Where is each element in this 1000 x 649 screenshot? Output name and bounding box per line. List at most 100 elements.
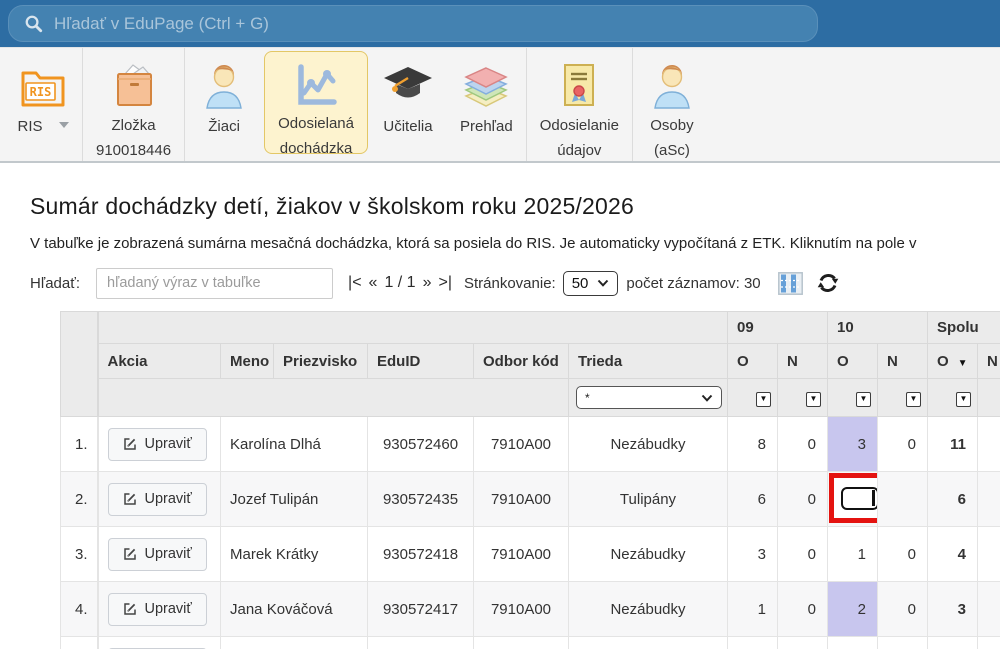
toolbar-item-zlozka[interactable]: Zložka 910018446: [83, 48, 184, 161]
person-icon: [651, 60, 693, 111]
edit-button[interactable]: Upraviť: [108, 593, 207, 626]
m10-n-cell[interactable]: 0: [878, 527, 928, 582]
column-header-10-n[interactable]: N: [878, 344, 928, 379]
next-page-button[interactable]: »: [423, 274, 432, 292]
akcia-cell: Upraviť: [98, 582, 221, 637]
last-page-button[interactable]: >|: [438, 274, 452, 292]
table-search-input[interactable]: [96, 268, 333, 299]
column-header-spolu-o[interactable]: O▼: [928, 344, 978, 379]
m09-o-cell[interactable]: 3: [728, 527, 778, 582]
akcia-cell: Upraviť: [98, 417, 221, 472]
columns-settings-icon[interactable]: [778, 272, 803, 295]
month-group-10: 10: [828, 312, 928, 344]
toolbar-item-ziaci[interactable]: Žiaci: [185, 48, 263, 161]
m10-n-cell[interactable]: 0: [878, 417, 928, 472]
m10-n-cell[interactable]: [878, 472, 928, 527]
m10-o-cell[interactable]: [828, 637, 878, 649]
column-header-priezvisko[interactable]: Priezvisko: [274, 344, 368, 379]
chevron-down-icon[interactable]: [59, 122, 69, 128]
toolbar-item-sublabel: údajov: [557, 141, 601, 161]
column-header-09-o[interactable]: O: [728, 344, 778, 379]
toolbar-item-prehlad[interactable]: Prehľad: [447, 48, 526, 161]
toolbar-item-label: Prehľad: [460, 117, 513, 137]
m09-n-cell[interactable]: 0: [778, 527, 828, 582]
akcia-cell: Upraviť: [98, 637, 221, 649]
m10-o-cell[interactable]: 3: [828, 417, 878, 472]
m10-o-cell[interactable]: 1: [828, 527, 878, 582]
name-cell: Marek Krátky: [221, 527, 368, 582]
m10-n-cell[interactable]: 0: [878, 582, 928, 637]
filter-button-icon[interactable]: ▼: [956, 392, 971, 407]
m09-o-cell[interactable]: 6: [728, 472, 778, 527]
first-page-button[interactable]: |<: [348, 274, 362, 292]
odbor-cell: 7910A00: [474, 527, 569, 582]
m10-n-cell[interactable]: [878, 637, 928, 649]
column-header-spolu-n[interactable]: N: [978, 344, 1000, 379]
m10-o-cell-selected[interactable]: [828, 472, 878, 527]
toolbar-item-sublabel: 910018446: [96, 141, 171, 161]
name-cell: Jana Kováčová: [221, 582, 368, 637]
filter-button-icon[interactable]: ▼: [806, 392, 821, 407]
table-controls: Hľadať: |< « 1 / 1 » >| Stránkovanie: 50…: [30, 267, 1000, 299]
column-header-09-n[interactable]: N: [778, 344, 828, 379]
m10-o-cell[interactable]: 2: [828, 582, 878, 637]
month-group-spolu: Spolu: [928, 312, 1000, 344]
trieda-filter-select[interactable]: *: [576, 386, 722, 409]
global-search[interactable]: [8, 5, 818, 42]
prev-page-button[interactable]: «: [369, 274, 378, 292]
row-number-header: [61, 312, 98, 417]
filter-button-icon[interactable]: ▼: [856, 392, 871, 407]
eduid-cell: 930572460: [368, 417, 474, 472]
edit-button[interactable]: Upraviť: [108, 428, 207, 461]
column-header-eduid[interactable]: EduID: [368, 344, 474, 379]
attendance-edit-input[interactable]: [841, 487, 878, 510]
archive-box-icon: [111, 60, 157, 111]
edit-button[interactable]: Upraviť: [108, 483, 207, 516]
main-content: Sumár dochádzky detí, žiakov v školskom …: [0, 193, 1000, 649]
akcia-cell: Upraviť: [98, 527, 221, 582]
eduid-cell: 930572435: [368, 472, 474, 527]
page-indicator: 1 / 1: [384, 274, 415, 292]
edit-pencil-icon: [123, 602, 137, 616]
page-size-value: 50: [572, 275, 589, 292]
spolu-n-cell: 0: [978, 417, 1000, 472]
column-header-trieda[interactable]: Trieda: [569, 344, 728, 379]
m09-n-cell[interactable]: [778, 637, 828, 649]
certificate-icon: [558, 60, 600, 111]
m09-n-cell[interactable]: 0: [778, 582, 828, 637]
column-header-akcia[interactable]: Akcia: [98, 344, 221, 379]
toolbar-item-ucitelia[interactable]: Učitelia: [369, 48, 447, 161]
toolbar-item-label: Učitelia: [383, 117, 432, 137]
m09-n-cell[interactable]: 0: [778, 417, 828, 472]
column-header-meno[interactable]: Meno: [221, 344, 274, 379]
graduation-cap-icon: [382, 60, 434, 112]
table-row: 5. Upraviť: [61, 637, 1000, 649]
toolbar-item-ris[interactable]: RIS RIS: [4, 48, 82, 161]
toolbar-item-odosielana-dochadzka[interactable]: Odosielaná dochádzka: [264, 51, 368, 154]
column-header-10-o[interactable]: O: [828, 344, 878, 379]
trieda-cell: Nezábudky: [569, 582, 728, 637]
toolbar: RIS RIS Zložka 910018446: [0, 47, 1000, 163]
edit-button[interactable]: Upraviť: [108, 538, 207, 571]
spolu-n-cell: [978, 637, 1000, 649]
chevron-down-icon: [597, 279, 609, 287]
page-size-select[interactable]: 50: [563, 271, 619, 296]
m09-o-cell[interactable]: 8: [728, 417, 778, 472]
row-number: 3.: [61, 527, 98, 582]
m09-n-cell[interactable]: 0: [778, 472, 828, 527]
filter-button-icon[interactable]: ▼: [906, 392, 921, 407]
m09-o-cell[interactable]: 1: [728, 582, 778, 637]
filter-button-icon[interactable]: ▼: [756, 392, 771, 407]
refresh-icon[interactable]: [816, 271, 840, 295]
spolu-n-cell: 0: [978, 582, 1000, 637]
annotation-red-box: [829, 473, 878, 523]
table-row: 3. Upraviť Marek Krátky 930572418 7910A0…: [61, 527, 1000, 582]
m09-o-cell[interactable]: [728, 637, 778, 649]
column-header-odbor-kod[interactable]: Odbor kód: [474, 344, 569, 379]
global-search-input[interactable]: [54, 14, 802, 34]
toolbar-item-osoby[interactable]: Osoby (aSc): [633, 48, 711, 161]
table-row: 1. Upraviť Karolína Dlhá 930572460 7910A…: [61, 417, 1000, 472]
toolbar-item-odosielanie-udajov[interactable]: Odosielanie údajov: [527, 48, 632, 161]
records-count: počet záznamov: 30: [626, 275, 760, 292]
filter-cell-spolu-o: ▼: [928, 379, 978, 417]
